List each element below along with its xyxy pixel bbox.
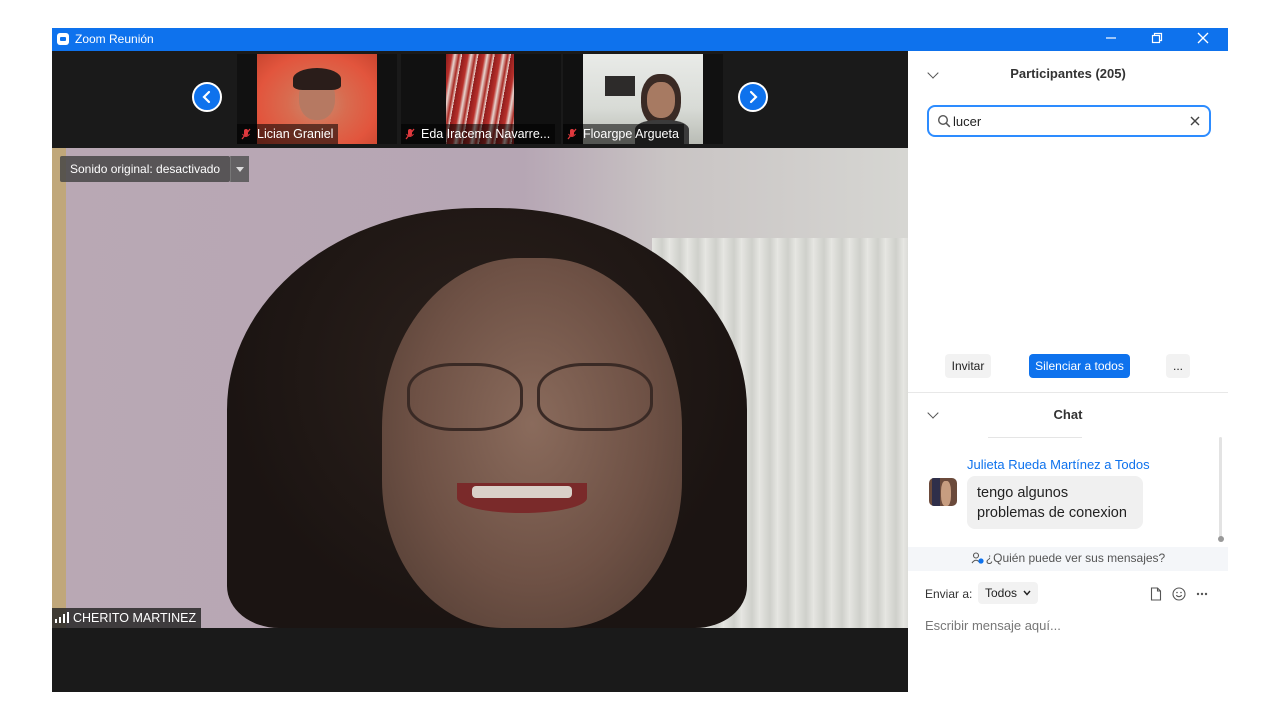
chevron-right-icon: [749, 90, 758, 104]
more-icon[interactable]: [1196, 592, 1208, 596]
restore-button[interactable]: [1134, 28, 1180, 51]
original-sound-label: Sonido original: desactivado: [70, 162, 221, 176]
chevron-left-icon: [202, 90, 211, 104]
participant-name-bar: Floargpe Argueta: [563, 124, 684, 144]
face-shape: [647, 82, 675, 118]
hair-shape: [293, 68, 341, 90]
participant-name: Eda Iracema Navarre...: [421, 127, 551, 141]
participant-search-input[interactable]: [953, 112, 1183, 130]
avatar-shape: [941, 481, 951, 506]
window-title: Zoom Reunión: [75, 32, 154, 46]
participant-tile[interactable]: Eda Iracema Navarre...: [401, 54, 561, 144]
active-speaker-video: Sonido original: desactivado CHERITO MAR…: [52, 148, 908, 628]
avatar-shape: [932, 478, 940, 506]
emoji-icon[interactable]: [1172, 587, 1186, 601]
side-panel: Participantes (205) Invitar Silenciar a …: [908, 51, 1228, 692]
participant-tile[interactable]: Lician Graniel: [237, 54, 397, 144]
teeth-shape: [472, 486, 572, 498]
privacy-icon: [971, 552, 984, 564]
invite-button[interactable]: Invitar: [945, 354, 991, 378]
muted-mic-icon: [405, 128, 415, 140]
send-to-dropdown[interactable]: Todos: [978, 582, 1039, 604]
participant-tile[interactable]: Floargpe Argueta: [563, 54, 723, 144]
section-divider: [908, 392, 1228, 393]
chat-message-text: problemas de conexion: [977, 505, 1127, 521]
original-sound-dropdown[interactable]: [230, 156, 249, 182]
minimize-button[interactable]: [1088, 28, 1134, 51]
file-icon[interactable]: [1150, 587, 1162, 601]
send-to-value: Todos: [985, 586, 1018, 600]
chat-message-input[interactable]: [925, 615, 1215, 635]
message-separator: [988, 437, 1082, 438]
send-to-label: Enviar a:: [925, 587, 973, 601]
original-sound-toggle[interactable]: Sonido original: desactivado: [60, 156, 231, 182]
close-button[interactable]: [1180, 28, 1226, 51]
participant-search[interactable]: [927, 105, 1211, 137]
minimize-icon: [1106, 37, 1116, 39]
wall-edge-shape: [52, 148, 66, 628]
chat-title: Chat: [1053, 407, 1083, 422]
glasses-right-shape: [537, 363, 653, 431]
glasses-left-shape: [407, 363, 523, 431]
gallery-strip: Lician Graniel Eda Iracema Navarre... Fl…: [52, 51, 908, 147]
avatar: [929, 478, 957, 506]
zoom-app-icon: [57, 33, 69, 45]
speaker-name: CHERITO MARTINEZ: [73, 611, 197, 625]
speaker-name-bar: CHERITO MARTINEZ: [52, 608, 202, 628]
chevron-down-icon: [1023, 590, 1031, 596]
chat-scrollbar[interactable]: [1219, 437, 1222, 541]
participant-name: Floargpe Argueta: [583, 127, 679, 141]
next-page-button[interactable]: [738, 82, 768, 112]
chat-scrollbar-thumb[interactable]: [1218, 536, 1224, 542]
chat-message-text: tengo algunos: [977, 485, 1069, 501]
more-options-button[interactable]: ...: [1166, 354, 1190, 378]
chat-message-sender: Julieta Rueda Martínez a Todos: [967, 457, 1150, 472]
who-can-see-text: ¿Quién puede ver sus mensajes?: [985, 551, 1166, 565]
participant-name-bar: Eda Iracema Navarre...: [401, 124, 556, 144]
chat-message-bubble: tengo algunos problemas de conexion: [967, 476, 1143, 529]
participant-name-bar: Lician Graniel: [237, 124, 339, 144]
search-icon: [937, 114, 951, 128]
signal-bars-icon: [55, 612, 69, 623]
who-can-see-link[interactable]: ¿Quién puede ver sus mensajes?: [908, 547, 1228, 571]
title-bar: Zoom Reunión: [52, 28, 1228, 51]
restore-icon: [1151, 32, 1163, 44]
close-icon: [1197, 32, 1209, 44]
muted-mic-icon: [241, 128, 251, 140]
face-shape: [382, 258, 682, 628]
mute-all-button[interactable]: Silenciar a todos: [1029, 354, 1130, 378]
clear-icon[interactable]: [1190, 116, 1200, 126]
previous-page-button[interactable]: [192, 82, 222, 112]
participant-name: Lician Graniel: [257, 127, 334, 141]
muted-mic-icon: [567, 128, 577, 140]
wall-picture-shape: [605, 76, 635, 96]
participants-title: Participantes (205): [1010, 66, 1126, 81]
video-area: Lician Graniel Eda Iracema Navarre... Fl…: [52, 51, 908, 692]
